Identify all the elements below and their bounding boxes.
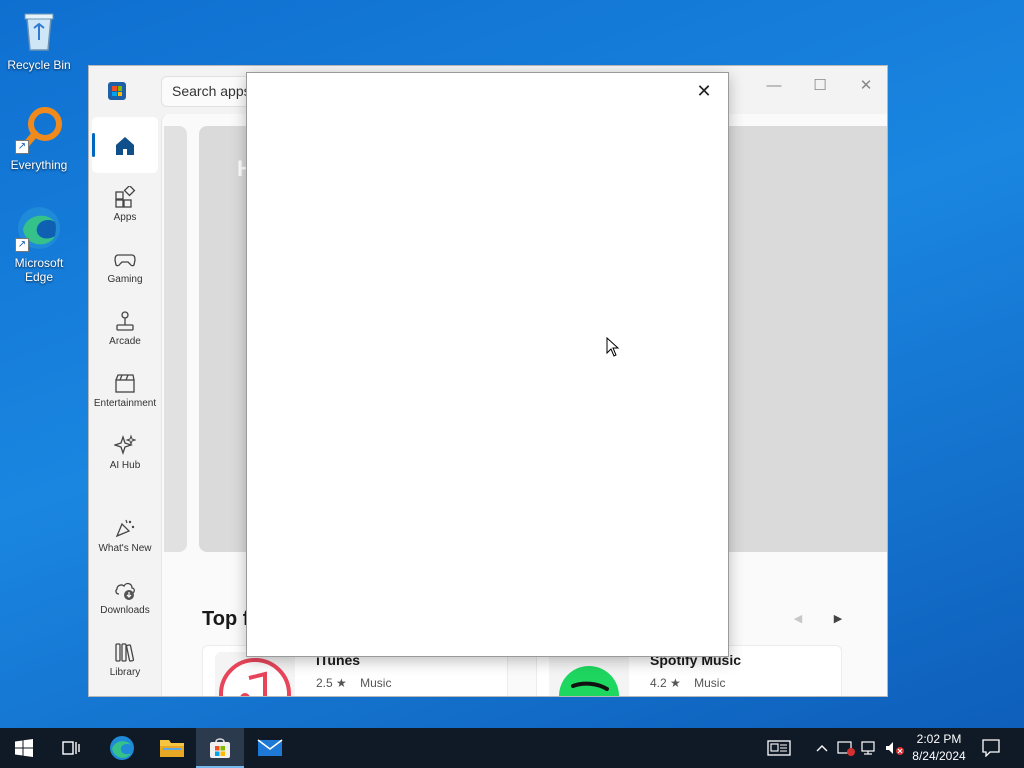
library-books-icon: [115, 643, 135, 662]
app-meta: 2.5 ★ Music: [316, 676, 391, 690]
app-rating: 2.5 ★: [316, 676, 347, 690]
clock-date: 8/24/2024: [912, 749, 966, 763]
hero-prev-banner[interactable]: [164, 126, 187, 552]
start-button[interactable]: [0, 728, 48, 768]
joystick-icon: [116, 311, 134, 331]
taskbar-store-button[interactable]: [196, 728, 244, 768]
everything-label: Everything: [10, 158, 68, 172]
sidebar-label-ai-hub: AI Hub: [109, 460, 141, 471]
sidebar-item-arcade[interactable]: Arcade: [92, 304, 158, 364]
sidebar-label-library: Library: [109, 667, 141, 678]
sparkle-icon: [114, 434, 136, 456]
dialog-close-button[interactable]: ✕: [692, 81, 716, 101]
chevron-up-icon[interactable]: [812, 738, 832, 758]
app-rating: 4.2 ★: [650, 676, 681, 690]
mail-icon: [257, 739, 283, 756]
magnifier-icon: ↗: [15, 106, 63, 154]
task-view-icon: [62, 741, 80, 755]
edge-label: Microsoft Edge: [14, 256, 64, 284]
recycle-bin-desktop-icon[interactable]: Recycle Bin: [1, 6, 77, 72]
sidebar-label-downloads: Downloads: [100, 605, 150, 616]
security-icon[interactable]: [836, 738, 856, 758]
spotify-tile: [549, 652, 629, 696]
gamepad-icon: [114, 254, 136, 267]
recycle-bin-icon: [15, 6, 63, 54]
carousel-next-button[interactable]: ▶: [827, 608, 849, 630]
itunes-tile: [215, 652, 295, 696]
maximize-button[interactable]: ☐: [800, 72, 840, 100]
sidebar-label-whats-new: What's New: [98, 543, 152, 554]
edge-icon: [110, 736, 134, 760]
shortcut-arrow-icon: ↗: [15, 238, 29, 252]
store-sidebar: Apps Gaming Arcade Entertainment AI Hub …: [89, 114, 161, 696]
clapperboard-icon: [115, 374, 135, 393]
taskbar-clock[interactable]: 2:02 PM 8/24/2024: [908, 731, 970, 765]
sidebar-item-home[interactable]: [92, 117, 158, 173]
app-meta: 4.2 ★ Music: [650, 676, 725, 690]
volume-muted-icon[interactable]: [884, 738, 906, 758]
sidebar-label-apps: Apps: [113, 212, 137, 223]
party-popper-icon: [115, 519, 135, 538]
cloud-download-icon: [115, 582, 135, 600]
edge-desktop-icon[interactable]: ↗ Microsoft Edge: [1, 204, 77, 284]
task-view-button[interactable]: [48, 728, 96, 768]
taskbar: 2:02 PM 8/24/2024: [0, 728, 1024, 768]
sidebar-label-arcade: Arcade: [109, 336, 141, 347]
store-logo-icon: [108, 82, 126, 100]
sidebar-item-ai-hub[interactable]: AI Hub: [92, 428, 158, 488]
sidebar-item-whats-new[interactable]: What's New: [92, 511, 158, 571]
sidebar-item-downloads[interactable]: Downloads: [92, 573, 158, 633]
home-icon: [116, 137, 134, 155]
section-title: Top f: [202, 608, 250, 630]
everything-desktop-icon[interactable]: ↗ Everything: [1, 106, 77, 172]
blank-dialog: ✕: [246, 72, 729, 657]
app-category: Music: [694, 676, 726, 690]
windows-logo-icon: [15, 739, 33, 757]
clock-time: 2:02 PM: [916, 732, 962, 746]
sidebar-item-library[interactable]: Library: [92, 635, 158, 695]
mouse-cursor-icon: [606, 337, 620, 357]
sidebar-label-entertainment: Entertainment: [93, 398, 157, 409]
sidebar-item-apps[interactable]: Apps: [92, 180, 158, 240]
minimize-button[interactable]: —: [754, 72, 794, 100]
itunes-logo-icon: [219, 658, 291, 696]
network-icon[interactable]: [860, 738, 880, 758]
carousel-prev-button[interactable]: ◀: [787, 608, 809, 630]
taskbar-mail-button[interactable]: [246, 728, 294, 768]
app-category: Music: [360, 676, 392, 690]
taskbar-edge-button[interactable]: [98, 728, 146, 768]
recycle-bin-label: Recycle Bin: [7, 58, 71, 72]
sidebar-item-gaming[interactable]: Gaming: [92, 242, 158, 302]
taskbar-file-explorer-button[interactable]: [148, 728, 196, 768]
edge-icon: ↗: [15, 204, 63, 252]
notification-center-icon[interactable]: [980, 738, 1002, 758]
sidebar-item-entertainment[interactable]: Entertainment: [92, 366, 158, 426]
shortcut-arrow-icon: ↗: [15, 140, 29, 154]
sidebar-label-gaming: Gaming: [107, 274, 143, 285]
window-close-button[interactable]: ✕: [846, 72, 886, 100]
apps-grid-icon: [115, 186, 136, 208]
spotify-logo-icon: [559, 666, 619, 696]
store-bag-icon: [210, 738, 230, 758]
news-widget-icon[interactable]: [764, 738, 794, 758]
folder-icon: [160, 740, 184, 757]
